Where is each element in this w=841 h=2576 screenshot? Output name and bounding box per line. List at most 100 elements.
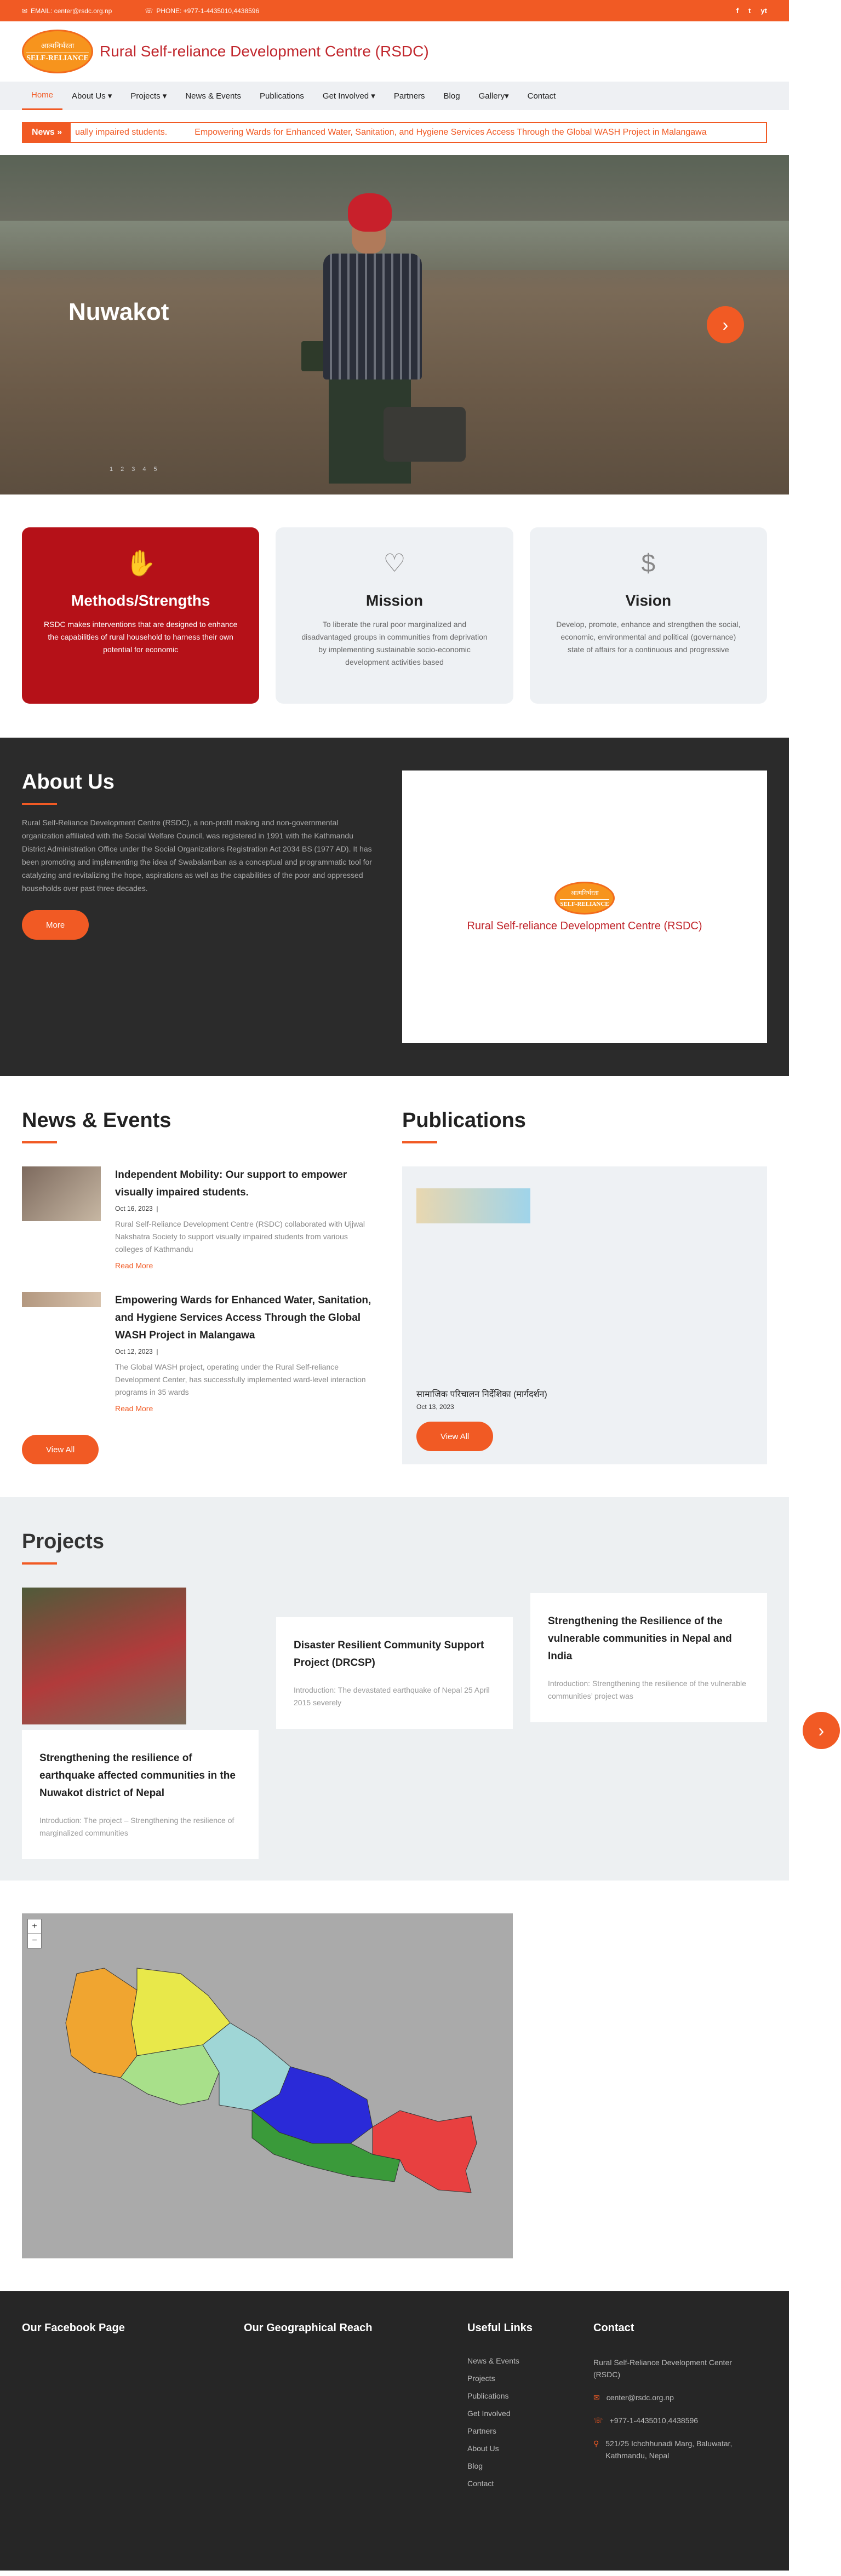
hero-slider: Nuwakot › 1 2 3 4 5	[0, 155, 789, 495]
project-card[interactable]: Disaster Resilient Community Support Pro…	[276, 1617, 513, 1729]
nav-news-events[interactable]: News & Events	[176, 82, 250, 110]
news-item[interactable]: Independent Mobility: Our support to emp…	[22, 1166, 375, 1270]
piggy-bank-icon: $	[641, 549, 656, 577]
slider-dot[interactable]: 4	[142, 466, 146, 473]
map-section: + −	[0, 1881, 789, 2291]
ticker-tag: News »	[23, 123, 71, 142]
divider	[22, 1562, 57, 1565]
nav-home[interactable]: Home	[22, 82, 63, 110]
chevron-right-icon: ›	[722, 314, 729, 335]
news-publications-section: News & Events Independent Mobility: Our …	[0, 1076, 789, 1497]
news-item[interactable]: Empowering Wards for Enhanced Water, San…	[22, 1292, 375, 1413]
site-header: आत्मनिर्भरता SELF-RELIANCE Rural Self-re…	[0, 21, 789, 82]
methods-card[interactable]: ✋ Methods/Strengths RSDC makes intervent…	[22, 527, 260, 704]
floating-next-button[interactable]: ›	[803, 1712, 840, 1749]
phone-icon: ☏	[593, 2416, 603, 2425]
footer-facebook: Our Facebook Page	[22, 2322, 125, 2334]
zoom-out-button[interactable]: −	[28, 1934, 41, 1948]
footer-link[interactable]: News & Events	[467, 2356, 593, 2365]
mission-card[interactable]: ♡ Mission To liberate the rural poor mar…	[276, 527, 513, 704]
top-bar: ✉ EMAIL: center@rsdc.org.np ☏ PHONE: +977-…	[0, 0, 789, 21]
footer-link[interactable]: Get Involved	[467, 2409, 593, 2418]
slider-dot[interactable]: 1	[110, 466, 113, 473]
footer-geographical: Our Geographical Reach	[244, 2322, 373, 2334]
divider	[22, 1141, 57, 1143]
feature-cards: ✋ Methods/Strengths RSDC makes intervent…	[0, 495, 789, 738]
heart-hand-icon: ♡	[383, 549, 406, 577]
news-ticker: News » ually impaired students. Empoweri…	[22, 122, 767, 143]
projects-section: Projects Disaster Resilient Community Su…	[0, 1497, 789, 1881]
email-info[interactable]: ✉ EMAIL: center@rsdc.org.np	[22, 7, 112, 15]
project-card[interactable]: Strengthening the resilience of earthqua…	[22, 1730, 259, 1859]
publication-item[interactable]: सामाजिक परिचालन निर्देशिका (मार्गदर्शन) …	[402, 1166, 767, 1464]
divider	[402, 1141, 437, 1143]
nav-contact[interactable]: Contact	[518, 82, 565, 110]
ticker-item[interactable]: Empowering Wards for Enhanced Water, San…	[194, 128, 706, 137]
map-region[interactable]	[65, 1968, 138, 2078]
nav-projects[interactable]: Projects ▾	[121, 82, 176, 110]
ticker-item[interactable]: ually impaired students.	[75, 128, 167, 137]
about-section: About Us Rural Self-Reliance Development…	[0, 738, 789, 1076]
site-logo[interactable]: आत्मनिर्भरता SELF-RELIANCE	[22, 30, 93, 73]
map-zoom-control: + −	[27, 1919, 42, 1948]
slider-dots: 1 2 3 4 5	[110, 466, 157, 473]
hands-icon: ✋	[125, 548, 157, 577]
news-view-all-button[interactable]: View All	[22, 1435, 99, 1464]
news-thumbnail[interactable]	[22, 1292, 101, 1307]
publications-title: Publications	[402, 1109, 526, 1132]
read-more-link[interactable]: Read More	[115, 1404, 375, 1413]
more-button[interactable]: More	[22, 910, 89, 940]
news-thumbnail[interactable]	[22, 1166, 101, 1221]
divider	[22, 803, 57, 805]
slider-dot[interactable]: 3	[131, 466, 135, 473]
location-icon: ⚲	[593, 2439, 599, 2448]
site-title[interactable]: Rural Self-reliance Development Centre (…	[100, 43, 429, 60]
news-title: News & Events	[22, 1109, 171, 1132]
footer-link[interactable]: About Us	[467, 2444, 593, 2453]
footer-links: Useful Links News & Events Projects Publ…	[467, 2322, 593, 2540]
project-photo[interactable]	[22, 1588, 186, 1724]
nav-about-us[interactable]: About Us ▾	[62, 82, 121, 110]
slider-dot[interactable]: 2	[121, 466, 124, 473]
twitter-icon[interactable]: t	[748, 7, 751, 15]
map-regions	[65, 1968, 477, 2193]
nav-gallery[interactable]: Gallery ▾	[470, 82, 518, 110]
projects-title: Projects	[22, 1530, 104, 1553]
footer-link[interactable]: Contact	[467, 2479, 593, 2488]
read-more-link[interactable]: Read More	[115, 1261, 375, 1270]
site-footer: Our Facebook Page Our Geographical Reach…	[0, 2291, 789, 2571]
footer-link[interactable]: Projects	[467, 2374, 593, 2383]
facebook-icon[interactable]: f	[736, 7, 739, 15]
nav-publications[interactable]: Publications	[250, 82, 313, 110]
publications-column: Publications सामाजिक परिचालन निर्देशिका …	[402, 1109, 767, 1464]
hero-caption: Nuwakot	[68, 298, 169, 325]
chevron-right-icon: ›	[818, 1720, 825, 1740]
publications-view-all-button[interactable]: View All	[416, 1422, 494, 1451]
slider-dot[interactable]: 5	[154, 466, 157, 473]
footer-link[interactable]: Publications	[467, 2391, 593, 2400]
footer-link[interactable]: Blog	[467, 2462, 593, 2470]
nepal-map[interactable]: + −	[22, 1913, 513, 2258]
publication-thumbnail[interactable]	[416, 1188, 530, 1223]
about-logo: आत्मनिर्भरता SELF-RELIANCE	[554, 881, 615, 915]
about-text: Rural Self-Reliance Development Centre (…	[22, 818, 372, 893]
zoom-in-button[interactable]: +	[28, 1919, 41, 1934]
mail-icon: ✉	[593, 2393, 600, 2402]
hero-image	[301, 177, 466, 484]
nav-blog[interactable]: Blog	[434, 82, 470, 110]
about-image: आत्मनिर्भरता SELF-RELIANCE Rural Self-re…	[402, 771, 767, 1043]
news-column: News & Events Independent Mobility: Our …	[22, 1109, 375, 1464]
vision-card[interactable]: $ Vision Develop, promote, enhance and s…	[529, 527, 767, 704]
nav-partners[interactable]: Partners	[385, 82, 434, 110]
about-title: About Us	[22, 771, 115, 794]
youtube-icon[interactable]: yt	[760, 7, 767, 15]
footer-contact: Contact Rural Self-Reliance Development …	[593, 2322, 758, 2540]
phone-info: ☏ PHONE: +977-1-4435010,4438596	[145, 7, 260, 15]
phone-icon: ☏	[145, 7, 153, 15]
footer-link[interactable]: Partners	[467, 2427, 593, 2435]
project-card[interactable]: Strengthening the Resilience of the vuln…	[530, 1593, 767, 1722]
main-nav: Home About Us ▾ Projects ▾ News & Events…	[0, 82, 789, 110]
slider-next-button[interactable]: ›	[707, 306, 744, 343]
nav-get-involved[interactable]: Get Involved ▾	[313, 82, 385, 110]
mail-icon: ✉	[22, 7, 28, 15]
